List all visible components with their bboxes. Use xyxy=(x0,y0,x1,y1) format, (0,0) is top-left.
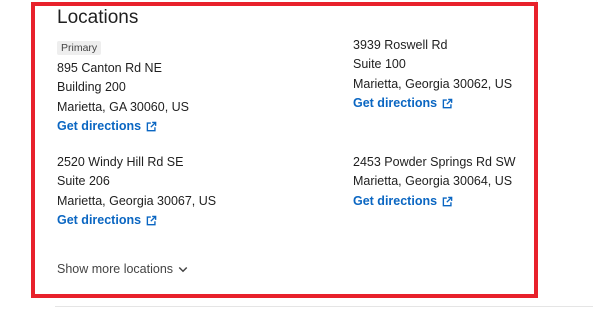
card-divider xyxy=(536,0,537,296)
external-link-icon xyxy=(442,196,453,207)
address-line: 2453 Powder Springs Rd SW xyxy=(353,155,516,169)
address-line: Marietta, Georgia 30067, US xyxy=(57,193,217,208)
get-directions-label: Get directions xyxy=(57,118,142,133)
address-line: Marietta, Georgia 30062, US xyxy=(353,76,513,91)
show-more-locations-button[interactable]: Show more locations xyxy=(57,262,189,276)
address-line: 895 Canton Rd NE xyxy=(57,61,162,75)
address-line: Suite 100 xyxy=(353,57,406,72)
location-item: 2453 Powder Springs Rd SW Marietta, Geor… xyxy=(353,153,516,211)
get-directions-link[interactable]: Get directions xyxy=(57,117,157,136)
address-line: Building 200 xyxy=(57,80,126,95)
chevron-down-icon xyxy=(177,263,189,275)
get-directions-label: Get directions xyxy=(57,212,142,227)
locations-page: Locations Primary 895 Canton Rd NE Build… xyxy=(0,0,593,313)
show-more-label: Show more locations xyxy=(57,262,174,276)
address-line: Marietta, GA 30060, US xyxy=(57,99,190,114)
get-directions-label: Get directions xyxy=(353,95,438,110)
location-item: 3939 Roswell Rd Suite 100 Marietta, Geor… xyxy=(353,36,512,113)
location-item: 2520 Windy Hill Rd SE Suite 206 Marietta… xyxy=(57,153,216,230)
get-directions-label: Get directions xyxy=(353,193,438,208)
external-link-icon xyxy=(146,215,157,226)
location-item: Primary 895 Canton Rd NE Building 200 Ma… xyxy=(57,38,189,136)
address-line: 2520 Windy Hill Rd SE xyxy=(57,155,184,169)
get-directions-link[interactable]: Get directions xyxy=(353,94,453,113)
section-title: Locations xyxy=(57,7,139,28)
get-directions-link[interactable]: Get directions xyxy=(353,192,453,211)
external-link-icon xyxy=(146,121,157,132)
address-line: 3939 Roswell Rd xyxy=(353,38,448,52)
address-line: Marietta, Georgia 30064, US xyxy=(353,174,513,189)
external-link-icon xyxy=(442,98,453,109)
get-directions-link[interactable]: Get directions xyxy=(57,211,157,230)
primary-badge: Primary xyxy=(57,41,102,55)
section-divider xyxy=(55,306,593,307)
address-line: Suite 206 xyxy=(57,174,110,189)
